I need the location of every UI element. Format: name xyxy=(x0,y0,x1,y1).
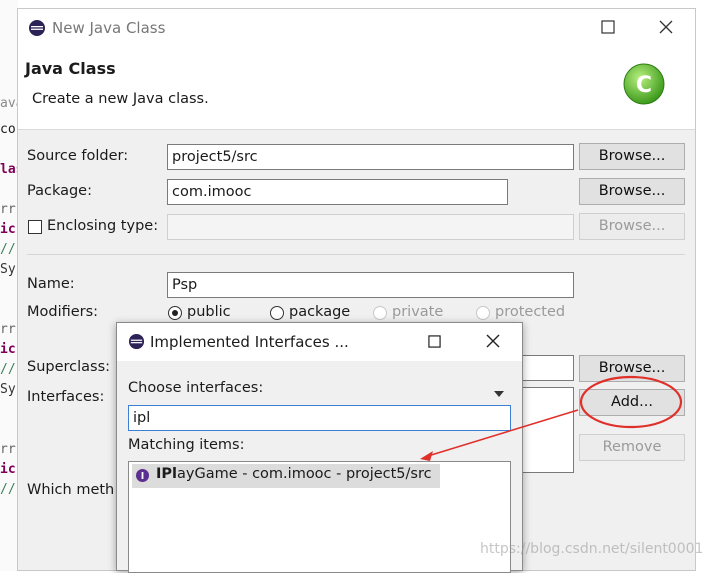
annotation-arrow xyxy=(427,409,579,457)
annotation-ellipse xyxy=(579,375,683,429)
annotation-arrowhead xyxy=(420,451,433,461)
watermark: https://blog.csdn.net/silent0001 xyxy=(480,541,704,557)
annotation-overlay xyxy=(420,375,683,461)
